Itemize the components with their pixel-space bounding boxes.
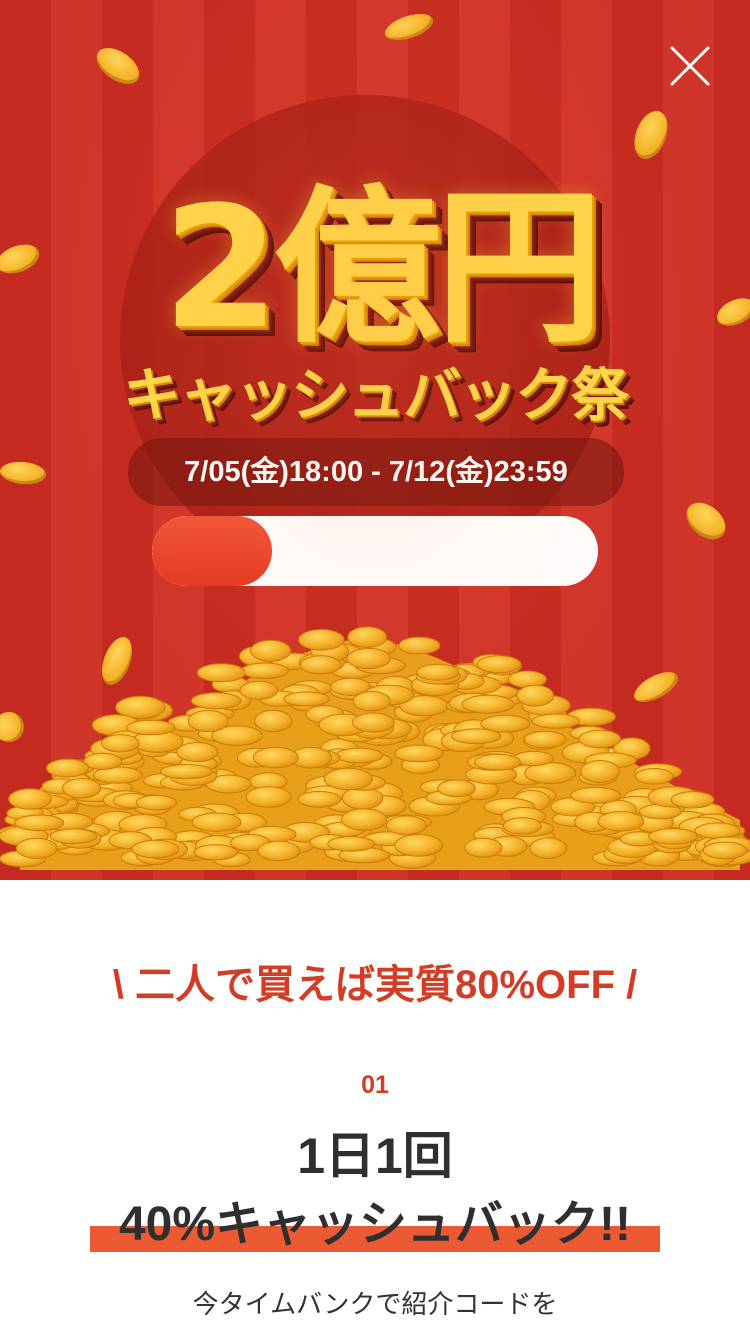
step-title-line1: 1日1回 [297,1128,453,1184]
pile-coin [239,680,279,700]
pile-coin [298,628,345,651]
step-number: 01 [361,1071,389,1099]
pile-coin [254,709,293,733]
pile-coin [694,822,741,839]
pile-coin [190,692,242,710]
pile-coin [250,639,292,662]
step-description: 今タイムバンクで紹介コードを [192,1289,558,1319]
pile-coin [398,636,441,655]
coin-decoration [712,292,750,332]
pile-coin [46,758,89,778]
pile-coin [529,837,568,859]
pile-coin [464,837,503,858]
pile-coin [15,837,58,859]
pile-coin [160,764,213,780]
pile-coin [702,841,748,860]
hero-banner: 2億円 キャッシュバック祭 7/05(金)18:00 - 7/12(金)23:5… [0,0,750,880]
campaign-progress-fill [152,516,273,586]
pile-coin [531,713,581,729]
pile-coin [187,709,229,733]
pile-coin [385,815,427,836]
pile-coin [131,839,180,859]
pile-coin [347,626,388,649]
pile-coin [240,662,289,679]
campaign-subtitle: キャッシュバック祭 [122,361,629,429]
pile-coin [352,691,391,712]
pile-coin [416,663,460,681]
step-title-line2: 40%キャッシュバック!! [118,1198,632,1251]
close-button[interactable] [664,40,716,92]
close-icon [670,46,710,86]
pile-coin [474,753,521,771]
coin-decoration [628,106,674,164]
campaign-progress-bar [152,516,598,586]
pile-coin [476,655,522,674]
pile-coin [196,663,246,683]
campaign-title: 2億円 [162,170,604,366]
step-title-line2-wrap: 40%キャッシュバック!! [90,1194,660,1258]
pile-coin [335,747,384,764]
pile-coin [8,788,52,810]
pile-coin [49,828,98,845]
pile-coin [327,836,375,852]
pile-coin [323,767,373,791]
pile-coin [394,744,444,763]
coin-pile-illustration [0,626,750,870]
pile-coin [176,742,219,763]
pile-coin [634,768,674,785]
coin-decoration [90,40,146,92]
promo-headline: \ 二人で買えば実質80%OFF / [112,963,638,1007]
pile-coin [523,730,567,749]
pile-coin [461,694,515,714]
pile-coin [193,844,238,861]
pile-coin [346,647,391,670]
pile-coin [257,840,301,862]
pile-coin [14,814,65,832]
pile-coin [480,714,531,733]
campaign-period: 7/05(金)18:00 - 7/12(金)23:59 [128,438,624,506]
pile-coin [297,790,342,808]
pile-coin [503,817,542,835]
pile-coin [126,719,176,736]
pile-coin [135,794,177,811]
pile-coin [61,778,102,799]
coin-decoration [0,239,44,279]
pile-coin [299,655,342,675]
pile-coin [352,712,395,733]
pile-coin [570,786,622,804]
pile-coin [648,828,698,845]
pile-coin [100,734,140,753]
pile-coin [252,746,299,769]
pile-coin [580,760,620,783]
pile-coin [283,691,330,707]
pile-coin [245,786,292,808]
campaign-page: 2億円 キャッシュバック祭 7/05(金)18:00 - 7/12(金)23:5… [0,0,750,1334]
coin-decoration [381,8,437,46]
pile-coin [341,808,388,831]
pile-coin [597,811,645,832]
pile-coin [191,812,242,832]
coin-decoration [679,495,733,547]
pile-coin [516,684,555,707]
pile-coin [83,752,123,770]
pile-coin [437,779,477,798]
pile-coin [578,729,622,749]
pile-coin [394,834,444,857]
pile-coin [670,791,715,809]
coin-decoration [0,460,47,486]
